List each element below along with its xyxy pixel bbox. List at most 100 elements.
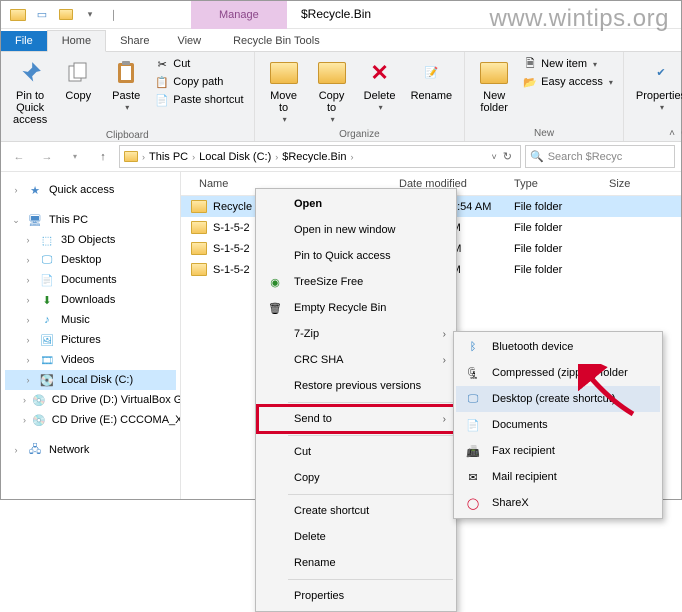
ctx-crc-sha[interactable]: CRC SHA› xyxy=(258,347,454,373)
ctx-create-shortcut[interactable]: Create shortcut xyxy=(258,498,454,524)
ctx-7zip[interactable]: 7-Zip› xyxy=(258,321,454,347)
quick-access-toolbar: ▭ ▾ │ xyxy=(1,4,131,26)
mail-icon: ✉ xyxy=(464,469,482,485)
nav-cd-e[interactable]: ›💿CD Drive (E:) CCCOMA_X64FRE_ xyxy=(5,410,176,430)
navigation-pane: ›★Quick access ⌄🖥This PC ›⬚3D Objects ›🖵… xyxy=(1,172,181,499)
recent-dropdown[interactable]: ▾ xyxy=(63,145,87,169)
disk-icon: 💽 xyxy=(39,373,55,387)
move-to-button[interactable]: Move to▾ xyxy=(263,56,305,127)
forward-button[interactable]: → xyxy=(35,145,59,169)
tab-file[interactable]: File xyxy=(1,31,47,51)
nav-network[interactable]: ›🖧Network xyxy=(5,440,176,460)
nav-videos[interactable]: ›🎞Videos xyxy=(5,350,176,370)
sendto-documents[interactable]: 📄Documents xyxy=(456,412,660,438)
fax-icon: 📠 xyxy=(464,443,482,459)
refresh-icon[interactable]: ↻ xyxy=(503,150,512,163)
qat-props-icon[interactable]: ▭ xyxy=(31,4,53,26)
ctx-open[interactable]: Open xyxy=(258,191,454,217)
nav-3dobjects[interactable]: ›⬚3D Objects xyxy=(5,230,176,250)
ribbon-collapse-icon[interactable]: ˄ xyxy=(669,128,675,139)
nav-cd-d[interactable]: ›💿CD Drive (D:) VirtualBox Guest A xyxy=(5,390,176,410)
ctx-pin-quick[interactable]: Pin to Quick access xyxy=(258,243,454,269)
sendto-compressed[interactable]: 🗜Compressed (zipped) folder xyxy=(456,360,660,386)
nav-downloads[interactable]: ›⬇Downloads xyxy=(5,290,176,310)
tab-share[interactable]: Share xyxy=(106,31,163,51)
ctx-treesize[interactable]: ◉TreeSize Free xyxy=(258,269,454,295)
folder-icon xyxy=(191,221,207,234)
chevron-right-icon: › xyxy=(443,414,446,425)
delete-button[interactable]: ✕Delete▾ xyxy=(359,56,401,115)
easy-access-button[interactable]: 📂Easy access▾ xyxy=(521,74,615,90)
path-icon: 📋 xyxy=(155,75,169,89)
ctx-copy[interactable]: Copy xyxy=(258,465,454,491)
nav-this-pc[interactable]: ⌄🖥This PC xyxy=(5,210,176,230)
ctx-restore-previous[interactable]: Restore previous versions xyxy=(258,373,454,399)
network-icon: 🖧 xyxy=(27,443,43,457)
separator xyxy=(288,402,453,403)
title-bar: ▭ ▾ │ Manage $Recycle.Bin www.wintips.or… xyxy=(1,1,681,29)
cd-icon: 💿 xyxy=(32,393,46,407)
nav-music[interactable]: ›♪Music xyxy=(5,310,176,330)
copy-path-button[interactable]: 📋Copy path xyxy=(153,74,245,90)
nav-local-disk[interactable]: ›💽Local Disk (C:) xyxy=(5,370,176,390)
crumb-recyclebin[interactable]: $Recycle.Bin› xyxy=(282,151,355,163)
ctx-open-new-window[interactable]: Open in new window xyxy=(258,217,454,243)
ctx-delete[interactable]: Delete xyxy=(258,524,454,550)
ctx-properties[interactable]: Properties xyxy=(258,583,454,609)
rename-button[interactable]: 📝Rename xyxy=(407,56,457,104)
copy-to-button[interactable]: Copy to▾ xyxy=(311,56,353,127)
sendto-desktop[interactable]: 🖵Desktop (create shortcut) xyxy=(456,386,660,412)
chevron-right-icon: › xyxy=(443,355,446,366)
nav-documents[interactable]: ›📄Documents xyxy=(5,270,176,290)
crumb-localdisk[interactable]: Local Disk (C:)› xyxy=(199,151,280,163)
watermark: www.wintips.org xyxy=(489,5,669,33)
ctx-empty-recycle[interactable]: 🗑Empty Recycle Bin xyxy=(258,295,454,321)
treesize-icon: ◉ xyxy=(266,274,284,290)
up-button[interactable]: ↑ xyxy=(91,145,115,169)
manage-contextual-tab[interactable]: Manage xyxy=(191,1,287,29)
group-label-clipboard: Clipboard xyxy=(9,128,246,141)
nav-quick-access[interactable]: ›★Quick access xyxy=(5,180,176,200)
pin-quick-button[interactable]: Pin to Quick access xyxy=(9,56,51,128)
tab-recycle-tools[interactable]: Recycle Bin Tools xyxy=(219,31,334,51)
nav-pictures[interactable]: ›🖼Pictures xyxy=(5,330,176,350)
address-box[interactable]: › This PC› Local Disk (C:)› $Recycle.Bin… xyxy=(119,145,521,168)
properties-button[interactable]: ✔Properties▾ xyxy=(632,56,682,115)
dropdown-icon[interactable]: ˅ xyxy=(492,152,497,162)
paste-button[interactable]: Paste▾ xyxy=(105,56,147,115)
col-size[interactable]: Size xyxy=(601,178,681,190)
ribbon: Pin to Quick access Copy Paste▾ ✂Cut 📋Co… xyxy=(1,52,681,142)
copy-icon xyxy=(63,58,93,88)
chevron-right-icon[interactable]: › xyxy=(140,152,147,162)
copy-button[interactable]: Copy xyxy=(57,56,99,104)
star-icon: ★ xyxy=(27,183,43,197)
col-type[interactable]: Type xyxy=(506,178,601,190)
crumb-thispc[interactable]: This PC› xyxy=(149,151,197,163)
qat-newfolder-icon[interactable] xyxy=(55,4,77,26)
search-box[interactable]: 🔍 Search $Recyc xyxy=(525,145,675,168)
back-button[interactable]: ← xyxy=(7,145,31,169)
ctx-send-to[interactable]: Send to› xyxy=(258,406,454,432)
sendto-mail[interactable]: ✉Mail recipient xyxy=(456,464,660,490)
new-folder-button[interactable]: New folder xyxy=(473,56,515,116)
downloads-icon: ⬇ xyxy=(39,293,55,307)
expand-icon[interactable]: ⌄ xyxy=(11,215,21,226)
ribbon-group-organize: Move to▾ Copy to▾ ✕Delete▾ 📝Rename Organ… xyxy=(255,52,466,141)
ribbon-group-new: New folder 🗎New item▾ 📂Easy access▾ New xyxy=(465,52,624,141)
ctx-rename[interactable]: Rename xyxy=(258,550,454,576)
qat-customize-icon[interactable]: ▾ xyxy=(79,4,101,26)
paste-shortcut-button[interactable]: 📄Paste shortcut xyxy=(153,92,245,108)
expand-icon[interactable]: › xyxy=(11,185,21,195)
cut-button[interactable]: ✂Cut xyxy=(153,56,245,72)
sendto-fax[interactable]: 📠Fax recipient xyxy=(456,438,660,464)
ctx-cut[interactable]: Cut xyxy=(258,439,454,465)
qat-sep: │ xyxy=(103,4,125,26)
nav-desktop[interactable]: ›🖵Desktop xyxy=(5,250,176,270)
sendto-sharex[interactable]: ◯ShareX xyxy=(456,490,660,516)
new-item-button[interactable]: 🗎New item▾ xyxy=(521,56,615,72)
tab-view[interactable]: View xyxy=(163,31,215,51)
sendto-bluetooth[interactable]: ᛒBluetooth device xyxy=(456,334,660,360)
documents-icon: 📄 xyxy=(39,273,55,287)
desktop-icon: 🖵 xyxy=(39,253,55,267)
tab-home[interactable]: Home xyxy=(47,30,106,52)
